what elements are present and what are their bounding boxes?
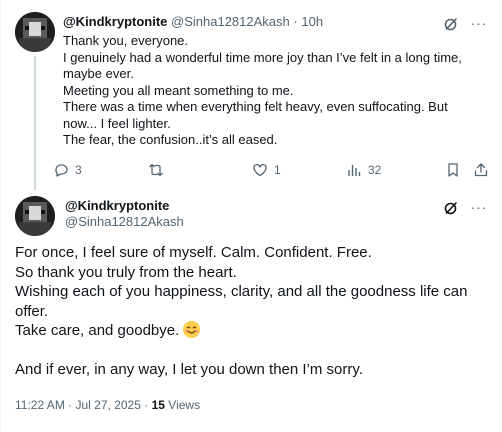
avatar[interactable] [15,12,55,52]
text-line: There was a time when everything felt he… [63,99,448,131]
tweet-date[interactable]: Jul 27, 2025 [76,398,141,412]
avatar[interactable] [15,196,55,236]
repost-button[interactable] [148,161,170,179]
views-count: 32 [368,163,382,177]
handle[interactable]: @Sinha12812Akash [171,14,290,29]
reply-text: Thank you, everyone. I genuinely had a w… [63,33,473,149]
repost-icon [149,163,163,177]
heart-icon [253,163,267,177]
reply-tweet[interactable]: @Kindkryptonite @Sinha12812Akash · 10h ·… [1,0,502,190]
text-line: Wishing each of you happiness, clarity, … [15,283,468,320]
reply-icon [55,164,68,177]
smiling-face-icon [183,321,201,338]
main-tweet: @Kindkryptonite @Sinha12812Akash ··· For… [1,188,502,432]
share-button[interactable] [473,161,489,179]
more-icon[interactable]: ··· [469,14,489,32]
views-button[interactable]: 32 [346,161,381,179]
bookmark-button[interactable] [445,161,461,179]
like-count: 1 [274,163,281,177]
display-name[interactable]: @Kindkryptonite [65,198,169,214]
views-label: Views [168,398,201,412]
reply-button[interactable]: 3 [53,161,82,179]
reply-count: 3 [75,163,82,177]
text-line: And if ever, in any way, I let you down … [15,361,363,378]
timestamp[interactable]: 10h [301,14,323,29]
text-line: I genuinely had a wonderful time more jo… [63,49,462,82]
views-count: 15 [151,398,165,412]
grok-icon[interactable] [443,200,459,216]
text-line: Thank you, everyone. [63,33,189,48]
text-line-content: Take care, and goodbye. [15,322,184,339]
separator: · [144,398,149,412]
text-line: For once, I feel sure of myself. Calm. C… [15,244,372,261]
text-line: So thank you truly from the heart. [15,263,237,281]
reply-header: @Kindkryptonite @Sinha12812Akash · 10h [63,14,323,30]
text-line: The fear, the confusion..it’s all eased. [63,132,278,147]
thread-line [34,56,36,190]
share-icon [474,163,488,177]
like-button[interactable]: 1 [252,161,281,179]
timeline-frame: @Kindkryptonite @Sinha12812Akash · 10h ·… [0,0,502,432]
handle[interactable]: @Sinha12812Akash [65,214,184,230]
tweet-text: For once, I feel sure of myself. Calm. C… [15,243,485,380]
analytics-icon [348,165,361,176]
display-name[interactable]: @Kindkryptonite [63,14,167,29]
tweet-time[interactable]: 11:22 AM [15,398,65,412]
grok-icon[interactable] [443,16,459,32]
text-line: Take care, and goodbye. [15,321,485,341]
more-icon[interactable]: ··· [469,198,489,216]
tweet-meta: 11:22 AM · Jul 27, 2025 · 15 Views [15,397,200,413]
bookmark-icon [448,163,458,177]
separator: · [68,398,73,412]
separator: · [293,14,298,29]
text-line: Meeting you all meant something to me. [63,82,294,98]
action-bar: 3 1 32 [53,161,493,179]
